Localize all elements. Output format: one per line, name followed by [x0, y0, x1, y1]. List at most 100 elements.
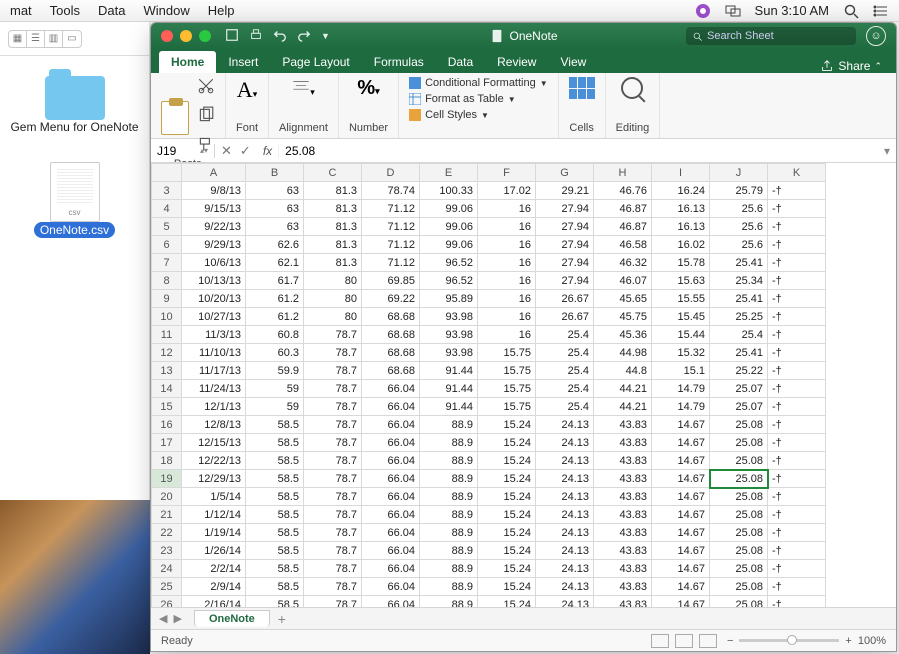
row-header[interactable]: 20 — [152, 488, 182, 506]
row-header[interactable]: 9 — [152, 290, 182, 308]
cell[interactable]: 27.94 — [536, 272, 594, 290]
cell[interactable]: 25.08 — [710, 434, 768, 452]
cell[interactable]: 15.75 — [478, 362, 536, 380]
column-header-C[interactable]: C — [304, 164, 362, 182]
cell[interactable]: -† — [768, 506, 826, 524]
sheet-tab[interactable]: OneNote — [194, 610, 270, 627]
cell[interactable]: 15.24 — [478, 596, 536, 608]
cell[interactable]: 15.24 — [478, 506, 536, 524]
cell[interactable]: 10/27/13 — [182, 308, 246, 326]
cell[interactable]: 17.02 — [478, 182, 536, 200]
cell[interactable]: 80 — [304, 290, 362, 308]
cell[interactable]: 66.04 — [362, 506, 420, 524]
cell[interactable]: 25.4 — [710, 326, 768, 344]
cell[interactable]: 78.7 — [304, 596, 362, 608]
cell[interactable]: 25.08 — [710, 596, 768, 608]
cell[interactable]: 15.75 — [478, 380, 536, 398]
cell[interactable]: 25.4 — [536, 326, 594, 344]
paste-icon[interactable] — [161, 101, 189, 135]
cell[interactable]: 81.3 — [304, 182, 362, 200]
cell[interactable]: 100.33 — [420, 182, 478, 200]
cell[interactable]: 93.98 — [420, 326, 478, 344]
cell[interactable]: 16.02 — [652, 236, 710, 254]
row-header[interactable]: 23 — [152, 542, 182, 560]
cell[interactable]: 46.87 — [594, 218, 652, 236]
cell[interactable]: 26.67 — [536, 308, 594, 326]
menu-list-icon[interactable] — [873, 3, 889, 19]
cell[interactable]: 14.79 — [652, 398, 710, 416]
column-header-F[interactable]: F — [478, 164, 536, 182]
number-icon[interactable]: %▾ — [357, 77, 379, 100]
select-all-corner[interactable] — [152, 164, 182, 182]
cell[interactable]: 16 — [478, 308, 536, 326]
spreadsheet-grid[interactable]: ABCDEFGHIJK39/8/136381.378.74100.3317.02… — [151, 163, 896, 607]
cell[interactable]: -† — [768, 254, 826, 272]
cell[interactable]: 91.44 — [420, 362, 478, 380]
cell[interactable]: 88.9 — [420, 488, 478, 506]
finder-view-switcher[interactable]: ▦ ☰ ▥ ▭ — [8, 30, 82, 48]
cell[interactable]: 71.12 — [362, 236, 420, 254]
cell[interactable]: -† — [768, 290, 826, 308]
search-sheet-input[interactable]: Search Sheet — [686, 27, 856, 45]
cell[interactable]: 12/8/13 — [182, 416, 246, 434]
cell[interactable]: 25.41 — [710, 254, 768, 272]
cell[interactable]: 24.13 — [536, 452, 594, 470]
cell[interactable]: 61.2 — [246, 290, 304, 308]
cell[interactable]: 10/13/13 — [182, 272, 246, 290]
column-header-G[interactable]: G — [536, 164, 594, 182]
row-header[interactable]: 5 — [152, 218, 182, 236]
row-header[interactable]: 24 — [152, 560, 182, 578]
zoom-out-button[interactable]: − — [727, 635, 733, 647]
cell[interactable]: 9/29/13 — [182, 236, 246, 254]
cell[interactable]: 14.67 — [652, 506, 710, 524]
cell[interactable]: 88.9 — [420, 452, 478, 470]
cell[interactable]: 25.08 — [710, 416, 768, 434]
cell[interactable]: 24.13 — [536, 488, 594, 506]
cell[interactable]: -† — [768, 200, 826, 218]
cell[interactable]: 25.79 — [710, 182, 768, 200]
cell[interactable]: 59 — [246, 398, 304, 416]
sheet-nav-next-icon[interactable]: ▶ — [173, 612, 181, 625]
cell[interactable]: 24.13 — [536, 578, 594, 596]
cell[interactable]: 68.68 — [362, 308, 420, 326]
cell[interactable]: 81.3 — [304, 200, 362, 218]
cell[interactable]: 15.24 — [478, 524, 536, 542]
cell[interactable]: -† — [768, 380, 826, 398]
cell[interactable]: -† — [768, 542, 826, 560]
cell[interactable]: 15.75 — [478, 398, 536, 416]
cell[interactable]: 15.24 — [478, 434, 536, 452]
cell[interactable]: -† — [768, 362, 826, 380]
cell[interactable]: 25.08 — [710, 488, 768, 506]
menu-help[interactable]: Help — [208, 3, 235, 18]
menubar-app-icon[interactable] — [695, 3, 711, 19]
cell[interactable]: 78.7 — [304, 452, 362, 470]
displays-icon[interactable] — [725, 3, 741, 19]
row-header[interactable]: 8 — [152, 272, 182, 290]
cell[interactable]: 14.67 — [652, 452, 710, 470]
folder-item[interactable]: Gem Menu for OneNote — [10, 76, 138, 134]
cell[interactable]: 58.5 — [246, 434, 304, 452]
cell[interactable]: 25.08 — [710, 524, 768, 542]
cell[interactable]: -† — [768, 326, 826, 344]
feedback-icon[interactable]: ☺ — [866, 26, 886, 46]
cell[interactable]: -† — [768, 308, 826, 326]
cell[interactable]: 9/22/13 — [182, 218, 246, 236]
cell[interactable]: 14.67 — [652, 488, 710, 506]
zoom-slider[interactable] — [739, 639, 839, 642]
cell[interactable]: 16 — [478, 254, 536, 272]
cell[interactable]: 78.7 — [304, 434, 362, 452]
cell[interactable]: 24.13 — [536, 596, 594, 608]
cell[interactable]: 78.7 — [304, 380, 362, 398]
editing-icon[interactable] — [621, 77, 643, 99]
cell[interactable]: 15.55 — [652, 290, 710, 308]
cell[interactable]: 58.5 — [246, 560, 304, 578]
cell[interactable]: 58.5 — [246, 524, 304, 542]
cell[interactable]: 25.22 — [710, 362, 768, 380]
column-header-B[interactable]: B — [246, 164, 304, 182]
cell[interactable]: 91.44 — [420, 398, 478, 416]
gallery-view-icon[interactable]: ▭ — [63, 31, 81, 47]
cell[interactable]: 99.06 — [420, 218, 478, 236]
row-header[interactable]: 3 — [152, 182, 182, 200]
cell[interactable]: 62.6 — [246, 236, 304, 254]
cell[interactable]: 14.67 — [652, 542, 710, 560]
